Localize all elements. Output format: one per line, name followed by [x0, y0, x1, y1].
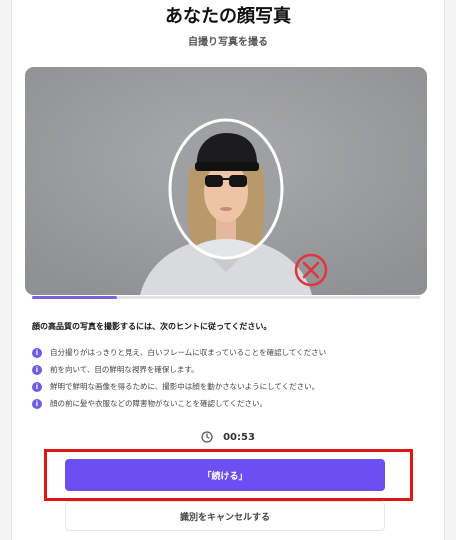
info-icon: i	[32, 347, 42, 358]
info-icon: i	[32, 381, 42, 392]
info-icon: i	[32, 364, 42, 375]
hint-text: 鮮明で鮮明な画像を得るために、撮影中は顔を動かさないようにしてください。	[50, 382, 320, 391]
hints-heading: 顔の高品質の写真を撮影するには、次のヒントに従ってください。	[32, 322, 272, 331]
cancel-identification-button[interactable]: 識別をキャンセルする	[65, 501, 385, 531]
hint-item: i 前を向いて、目の鮮明な視界を確保します。	[32, 361, 326, 378]
hint-text: 自分撮りがはっきりと見え、白いフレームに収まっていることを確認してください	[50, 348, 327, 357]
page-edge-left	[0, 0, 12, 540]
hint-item: i 自分撮りがはっきりと見え、白いフレームに収まっていることを確認してください	[32, 344, 326, 361]
clock-icon	[201, 431, 213, 443]
hint-text: 顔の前に髪や衣服などの障害物がないことを確認してください。	[50, 399, 268, 408]
hint-item: i 鮮明で鮮明な画像を得るために、撮影中は顔を動かさないようにしてください。	[32, 378, 326, 395]
page-title: あなたの顔写真	[165, 6, 291, 27]
countdown-timer: 00:53	[0, 431, 456, 443]
camera-feed	[25, 67, 427, 295]
continue-button[interactable]: 「続ける」	[65, 459, 385, 491]
info-icon: i	[32, 398, 42, 409]
timer-value: 00:53	[223, 431, 255, 443]
hint-item: i 顔の前に髪や衣服などの障害物がないことを確認してください。	[32, 395, 326, 412]
hints-list: i 自分撮りがはっきりと見え、白いフレームに収まっていることを確認してください …	[32, 344, 326, 412]
page-edge-right	[444, 0, 456, 540]
capture-progress-bar	[32, 296, 420, 299]
camera-preview	[25, 67, 427, 295]
hint-text: 前を向いて、目の鮮明な視界を確保します。	[50, 365, 199, 374]
page-subtitle: 自撮り写真を撮る	[188, 37, 268, 48]
capture-progress-fill	[32, 296, 118, 299]
